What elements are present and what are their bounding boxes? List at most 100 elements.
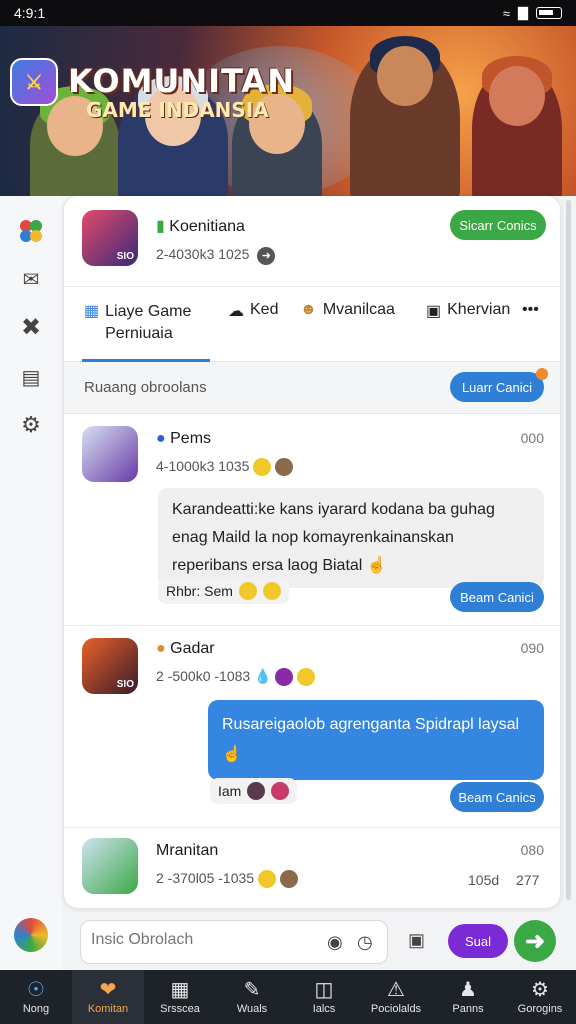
tab-mvanilcaa[interactable]: ☻ Mvanilcaa [300,301,395,319]
grid-icon: ▦ [170,979,190,1001]
emoji-icon [247,782,266,800]
reaction-bar[interactable]: Rhbr: Sem [158,578,289,604]
sender-meta: 4-1000k3 1035 [156,458,250,474]
verified-icon: ▮ [156,218,165,235]
nav-wuals[interactable]: ✎ Wuals [216,970,288,1024]
scrollbar[interactable] [566,200,571,900]
message-time: 080 [520,842,544,858]
tab-khervian[interactable]: ▣ Khervian [426,301,510,321]
sender-name: Pems [170,430,212,447]
banner-title: KOMUNITAN [68,62,295,100]
status-time: 4:9:1 [14,5,46,21]
sun-icon [253,458,272,477]
tab-ked[interactable]: ☁ Ked [228,301,278,321]
drop-icon: 💧 [254,668,272,684]
profile-avatar-icon[interactable] [14,918,48,952]
tools-icon[interactable]: ✖ [18,314,44,341]
smile-icon [262,582,281,600]
bottom-nav: ☉ Nong ❤ Komitan ▦ Srsscea ✎ Wuals ◫ Ial… [0,970,576,1024]
timer-icon[interactable]: ◷ [357,932,373,953]
more-icon[interactable]: ••• [522,301,539,319]
banner-subtitle: GAME INDANSIA [86,98,269,122]
compass-icon: ☉ [27,979,45,1001]
sender-name: Mranitan [156,842,219,859]
nav-srsscea[interactable]: ▦ Srsscea [144,970,216,1024]
hero-figure [350,36,460,196]
sender-meta: 2 -370l05 -1035 [156,870,255,886]
smile-icon [238,582,257,600]
alert-icon: ⚠ [387,979,405,1001]
photo-icon: ▣ [426,303,442,320]
wifi-icon: ≈ [502,5,510,21]
emoji-icon [271,782,290,800]
emoji-icon [297,668,316,687]
hero-figure [472,56,562,196]
community-tabs: ▦ Liaye Game Perniuaia ☁ Ked ☻ Mvanilcaa… [64,286,560,362]
chat-message: ● Pems 000 4-1000k3 1035 Karandeatti:ke … [64,414,560,626]
info-icon[interactable]: ➜ [257,247,276,265]
media-icon[interactable]: ▣ [408,930,425,951]
message-bubble: Rusareigaolob agrenganta Spidrapl laysal… [208,700,544,780]
gear-person-icon: ⚙ [531,979,549,1001]
sun-icon [257,870,276,889]
community-panel: SIO ▮ Koenitiana 2-4030k3 1025 ➜ Sicarr … [64,196,560,908]
emoji-icon [275,458,294,477]
message-bubble: Karandeatti:ke kans iyarard kodana ba gu… [158,488,544,588]
community-avatar[interactable]: SIO [82,210,138,266]
message-avatar[interactable] [82,426,138,482]
left-rail: ✉ ✖ ▤ ⚙ [0,196,62,970]
signal-icon: ▇ [518,5,528,20]
nav-gorogins[interactable]: ⚙ Gorogins [504,970,576,1024]
message-action-button[interactable]: Beam Canici [450,582,544,612]
battery-icon [536,7,562,19]
community-meta: 2-4030k3 1025 [156,246,250,262]
nav-community[interactable]: ❤ Komitan [72,970,144,1024]
game-app-icon[interactable]: ⚔ [10,58,58,106]
sender-name: Gadar [170,640,215,657]
image-icon[interactable]: ▤ [18,364,44,390]
heart-icon: ❤ [99,979,117,1001]
sender-meta: 2 -500k0 -1083 [156,668,251,684]
message-action-button[interactable]: Beam Canics [450,782,544,812]
community-banner: ⚔ KOMUNITAN GAME INDANSIA [0,26,576,196]
message-time: 000 [520,430,544,446]
send-icon[interactable]: ➜ [514,920,556,962]
nav-pociolalds[interactable]: ⚠ Pociolalds [360,970,432,1024]
message-avatar[interactable] [82,838,138,894]
tablet-icon: ◫ [314,979,334,1001]
join-button[interactable]: Sicarr Conics [450,210,546,240]
emoji-icon [275,668,294,687]
section-label: Ruaang obroolans [84,379,207,396]
hand-icon: ☝ [222,746,242,763]
compose-bar: ◉ ◷ ▣ Sual ➜ [64,912,560,970]
emoji-icon [279,870,298,889]
apps-icon[interactable] [18,218,44,244]
community-name: Koenitiana [169,218,245,235]
face-icon: ☻ [300,301,317,318]
status-bar: 4:9:1 ≈ ▇ [0,0,576,26]
stat-value: 105d [468,872,500,888]
notification-dot [536,368,548,380]
gear-icon[interactable]: ⚙ [18,412,44,438]
message-input-box[interactable]: ◉ ◷ [80,920,388,964]
hand-icon: ☝ [366,557,387,574]
message-input[interactable] [91,931,311,949]
nav-panns[interactable]: ♟ Panns [432,970,504,1024]
mail-icon[interactable]: ✉ [18,266,44,292]
stat-value: 277 [516,872,540,888]
cloud-icon: ☁ [228,303,244,320]
chat-section-header: Ruaang obroolans Luarr Canici [64,362,560,414]
message-time: 090 [520,640,544,656]
grid-icon: ▦ [84,303,100,320]
chat-message: Mranitan 080 2 -370l05 -1035 105d 277 [64,828,560,908]
badge-icon: ● [156,430,166,447]
nav-ialcs[interactable]: ◫ Ialcs [288,970,360,1024]
tab-game[interactable]: ▦ Liaye Game Perniuaia [84,301,225,345]
message-avatar[interactable]: SIO [82,638,138,694]
section-button[interactable]: Luarr Canici [450,372,544,402]
brush-icon: ✎ [243,979,261,1001]
reaction-bar[interactable]: Iam [210,778,298,804]
nav-home[interactable]: ☉ Nong [0,970,72,1024]
camera-icon[interactable]: ◉ [327,932,343,953]
submit-button[interactable]: Sual [448,924,508,958]
